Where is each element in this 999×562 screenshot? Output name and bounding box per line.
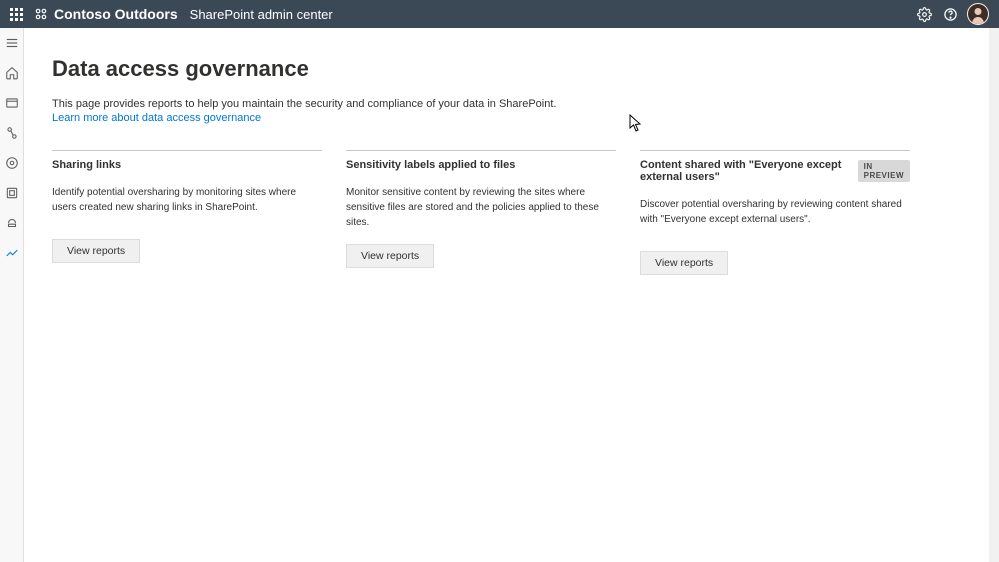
org-name: Contoso Outdoors <box>54 6 178 22</box>
nav-migration-icon[interactable] <box>3 214 21 232</box>
sensitivity-labels-card: Sensitivity labels applied to files Moni… <box>346 150 616 275</box>
sensitivity-labels-title: Sensitivity labels applied to files <box>346 159 515 171</box>
everyone-except-external-view-reports-button[interactable]: View reports <box>640 251 728 275</box>
user-avatar[interactable] <box>967 3 989 25</box>
main-content: Data access governance This page provide… <box>24 28 999 562</box>
app-launcher-icon[interactable] <box>6 4 26 24</box>
sensitivity-labels-view-reports-button[interactable]: View reports <box>346 244 434 268</box>
in-preview-badge: IN PREVIEW <box>858 160 910 182</box>
learn-more-link[interactable]: Learn more about data access governance <box>52 112 261 124</box>
sensitivity-labels-desc: Monitor sensitive content by reviewing t… <box>346 185 616 230</box>
report-cards: Sharing links Identify potential oversha… <box>52 150 971 275</box>
nav-collapse-icon[interactable] <box>3 34 21 52</box>
org-logo-icon <box>34 7 48 21</box>
nav-home-icon[interactable] <box>3 64 21 82</box>
nav-sites-icon[interactable] <box>3 94 21 112</box>
vertical-scrollbar[interactable] <box>989 28 999 562</box>
suite-header: Contoso Outdoors SharePoint admin center <box>0 0 999 28</box>
settings-icon[interactable] <box>911 1 937 27</box>
everyone-except-external-desc: Discover potential oversharing by review… <box>640 197 910 237</box>
sharing-links-view-reports-button[interactable]: View reports <box>52 239 140 263</box>
sharing-links-card: Sharing links Identify potential oversha… <box>52 150 322 275</box>
page-description: This page provides reports to help you m… <box>52 98 971 110</box>
nav-settings-icon[interactable] <box>3 154 21 172</box>
admin-center-label[interactable]: SharePoint admin center <box>190 7 333 22</box>
left-nav <box>0 28 24 562</box>
everyone-except-external-title: Content shared with "Everyone except ext… <box>640 159 850 183</box>
nav-content-services-icon[interactable] <box>3 184 21 202</box>
nav-policies-icon[interactable] <box>3 124 21 142</box>
sharing-links-desc: Identify potential oversharing by monito… <box>52 185 322 225</box>
nav-reports-icon[interactable] <box>3 244 21 262</box>
help-icon[interactable] <box>937 1 963 27</box>
everyone-except-external-card: Content shared with "Everyone except ext… <box>640 150 910 275</box>
sharing-links-title: Sharing links <box>52 159 121 171</box>
cursor-icon <box>629 114 643 132</box>
page-title: Data access governance <box>52 56 971 82</box>
